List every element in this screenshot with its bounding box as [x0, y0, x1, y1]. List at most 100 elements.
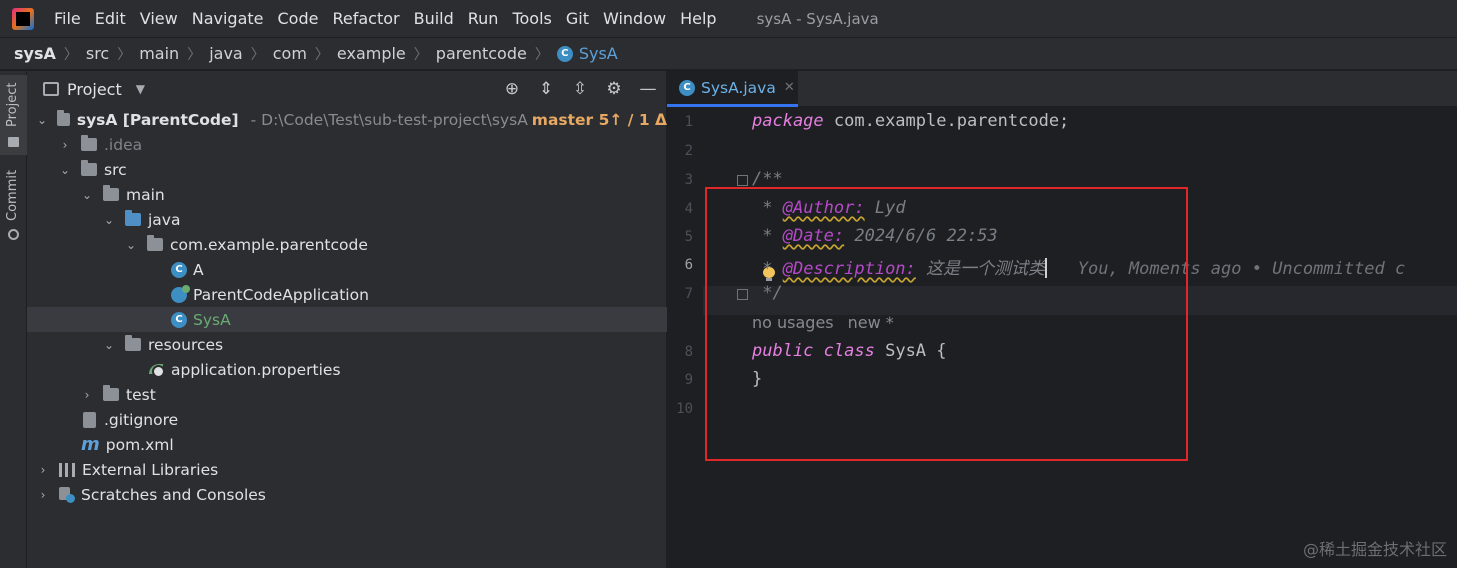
folder-icon — [103, 185, 119, 201]
tree-item-main[interactable]: ⌄ main — [27, 182, 667, 207]
project-panel-title[interactable]: Project — [67, 80, 122, 99]
tree-item-root[interactable]: ⌄ sysA [ParentCode] - D:\Code\Test\sub-t… — [27, 107, 667, 132]
menu-code[interactable]: Code — [278, 9, 319, 28]
code-line-1: package com.example.parentcode; — [752, 111, 1069, 131]
menu-help[interactable]: Help — [680, 9, 716, 28]
breadcrumb-separator-icon: 〉 — [187, 46, 202, 63]
menu-git[interactable]: Git — [566, 9, 589, 28]
hide-panel-icon[interactable]: — — [638, 79, 658, 99]
chevron-down-icon[interactable]: ⌄ — [81, 188, 93, 202]
chevron-down-icon[interactable]: ⌄ — [37, 113, 47, 127]
menu-file[interactable]: File — [54, 9, 81, 28]
watermark: @稀土掘金技术社区 — [1302, 540, 1447, 559]
expand-all-icon[interactable]: ⇕ — [536, 79, 556, 99]
tree-item-label: SysA — [193, 310, 231, 329]
tree-item-application-properties[interactable]: application.properties — [27, 357, 667, 382]
chevron-right-icon[interactable]: › — [81, 388, 93, 402]
locate-file-icon[interactable]: ⊕ — [502, 79, 522, 99]
folder-icon — [81, 160, 97, 176]
chevron-down-icon[interactable]: ⌄ — [125, 238, 137, 252]
breadcrumb-item-sysa-class[interactable]: C SysA — [556, 44, 618, 63]
tree-item-parentcodeapplication[interactable]: ParentCodeApplication — [27, 282, 667, 307]
menu-view[interactable]: View — [140, 9, 178, 28]
line-number: 9 — [684, 372, 693, 388]
chevron-down-icon[interactable]: ⌄ — [103, 338, 115, 352]
chevron-down-icon[interactable]: ⌄ — [59, 163, 71, 177]
folder-icon — [8, 137, 19, 147]
chevron-right-icon[interactable]: › — [59, 138, 71, 152]
tree-item-class-a[interactable]: C A — [27, 257, 667, 282]
scratches-icon — [59, 486, 75, 503]
annotation-highlight-box — [705, 187, 1188, 461]
chevron-down-icon[interactable]: ▼ — [136, 82, 145, 96]
spring-properties-icon — [149, 362, 165, 378]
tree-item-label: com.example.parentcode — [170, 235, 368, 254]
breadcrumb: sysA 〉 src 〉 main 〉 java 〉 com 〉 example… — [0, 37, 1457, 70]
fold-icon[interactable] — [737, 175, 748, 186]
project-tool-button[interactable]: Project — [0, 75, 27, 155]
keyword-package: package — [752, 111, 824, 131]
folder-icon — [81, 135, 97, 151]
menu-edit[interactable]: Edit — [95, 9, 126, 28]
breadcrumb-item-com[interactable]: com — [273, 44, 307, 63]
maven-icon: m — [81, 434, 100, 455]
spring-boot-app-icon — [171, 284, 190, 303]
tree-item-src[interactable]: ⌄ src — [27, 157, 667, 182]
tree-item-idea[interactable]: › .idea — [27, 132, 667, 157]
tree-item-label: main — [126, 185, 165, 204]
editor-tab-label: SysA.java — [701, 78, 776, 97]
project-tool-label: Project — [5, 82, 20, 127]
tree-item-sysa[interactable]: C SysA — [27, 307, 667, 332]
library-icon — [59, 462, 75, 477]
tree-item-label: A — [193, 260, 204, 279]
collapse-all-icon[interactable]: ⇳ — [570, 79, 590, 99]
gitignore-file-icon — [83, 411, 96, 428]
code-editor[interactable]: 1 2 3 4 5 6 7 8 9 10 package com.example… — [667, 107, 1457, 568]
tree-item-package[interactable]: ⌄ com.example.parentcode — [27, 232, 667, 257]
intellij-logo-icon[interactable] — [12, 7, 34, 30]
breadcrumb-separator-icon: 〉 — [63, 46, 78, 63]
project-panel: Project ▼ ⊕ ⇕ ⇳ ⚙ — ⌄ sysA [ParentCode] … — [27, 71, 667, 568]
breadcrumb-item-java[interactable]: java — [209, 44, 243, 63]
chevron-down-icon[interactable]: ⌄ — [103, 213, 115, 227]
menu-run[interactable]: Run — [468, 9, 499, 28]
breadcrumb-item-example[interactable]: example — [337, 44, 406, 63]
editor-area: C SysA.java ✕ 1 2 3 4 5 6 7 8 9 10 packa… — [667, 71, 1457, 568]
breadcrumb-item-main[interactable]: main — [139, 44, 179, 63]
line-number: 8 — [684, 344, 693, 360]
tree-item-gitignore[interactable]: .gitignore — [27, 407, 667, 432]
tree-item-external-libraries[interactable]: › External Libraries — [27, 457, 667, 482]
chevron-right-icon[interactable]: › — [37, 488, 49, 502]
code-line-3: /** — [752, 169, 783, 189]
commit-tool-button[interactable]: Commit — [0, 169, 27, 249]
tree-item-pom[interactable]: m pom.xml — [27, 432, 667, 457]
close-icon[interactable]: ✕ — [784, 80, 795, 95]
chevron-right-icon[interactable]: › — [37, 463, 49, 477]
breadcrumb-separator-icon: 〉 — [117, 46, 132, 63]
editor-tab-sysa[interactable]: C SysA.java ✕ — [667, 71, 798, 107]
line-number: 6 — [684, 257, 693, 273]
gear-icon[interactable]: ⚙ — [604, 79, 624, 99]
tree-item-label: src — [104, 160, 127, 179]
breadcrumb-item-src[interactable]: src — [86, 44, 109, 63]
project-panel-actions: ⊕ ⇕ ⇳ ⚙ — — [502, 79, 658, 99]
breadcrumb-item-sysa[interactable]: sysA — [14, 44, 56, 63]
tree-item-scratches[interactable]: › Scratches and Consoles — [27, 482, 667, 507]
commit-tool-label: Commit — [5, 169, 20, 221]
class-icon: C — [171, 261, 187, 278]
module-folder-icon — [57, 110, 70, 126]
menu-navigate[interactable]: Navigate — [192, 9, 264, 28]
tree-item-java[interactable]: ⌄ java — [27, 207, 667, 232]
menu-window[interactable]: Window — [603, 9, 666, 28]
tool-window-strip: Project Commit — [0, 71, 27, 568]
tree-item-label: ParentCodeApplication — [193, 285, 369, 304]
class-icon: C — [171, 311, 187, 328]
menu-build[interactable]: Build — [414, 9, 454, 28]
menu-refactor[interactable]: Refactor — [332, 9, 399, 28]
tree-item-test[interactable]: › test — [27, 382, 667, 407]
folder-icon — [103, 385, 119, 401]
breadcrumb-item-parentcode[interactable]: parentcode — [436, 44, 527, 63]
tree-item-resources[interactable]: ⌄ resources — [27, 332, 667, 357]
menu-tools[interactable]: Tools — [512, 9, 551, 28]
project-panel-header: Project ▼ ⊕ ⇕ ⇳ ⚙ — — [27, 71, 666, 107]
